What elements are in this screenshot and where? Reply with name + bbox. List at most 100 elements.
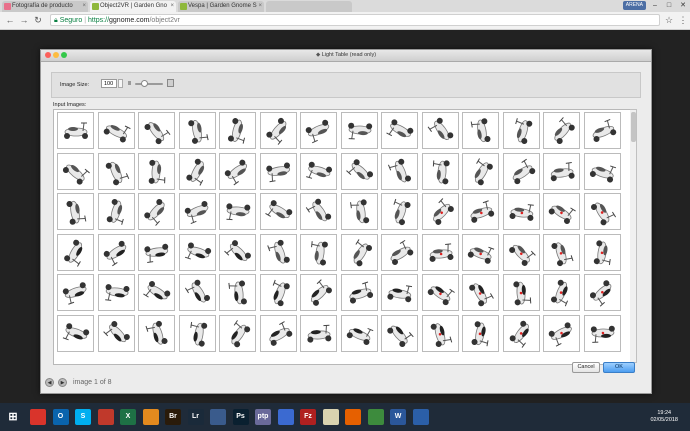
image-thumbnail[interactable] [138,233,175,271]
image-thumbnail[interactable] [583,274,621,311]
image-thumbnail[interactable] [543,314,580,352]
menu-icon[interactable]: ⋮ [678,15,688,25]
image-thumbnail[interactable] [300,314,337,352]
image-thumbnail[interactable] [138,112,175,149]
image-thumbnail[interactable] [543,112,580,149]
back-arrow-icon[interactable]: ← [5,15,15,25]
image-thumbnail[interactable] [462,233,499,271]
app-pale-icon[interactable] [322,409,339,425]
address-bar[interactable]: 🔒︎ Seguro | https://ggnome.com/object2vr [50,14,660,26]
image-size-slider-handle[interactable] [141,80,149,87]
mediaplayer-icon[interactable] [277,409,294,425]
bridge-icon[interactable]: Br [165,409,181,425]
image-thumbnail[interactable] [97,112,135,149]
dialog-minimize-icon[interactable] [53,52,59,58]
image-thumbnail[interactable] [178,193,216,230]
image-thumbnail[interactable] [57,314,94,352]
image-thumbnail[interactable] [219,314,256,352]
reload-icon[interactable]: ↻ [33,15,43,25]
image-thumbnail[interactable] [178,233,216,271]
image-thumbnail[interactable] [259,193,297,230]
image-thumbnail[interactable] [300,112,337,149]
image-thumbnail[interactable] [97,233,135,271]
lightroom-icon[interactable]: Lr [187,409,204,425]
image-thumbnail[interactable] [57,233,94,271]
taskbar-clock[interactable]: 19:24 02/05/2018 [650,410,678,424]
image-thumbnail[interactable] [502,233,540,271]
next-image-icon[interactable]: ▶ [58,378,67,387]
app-green-icon[interactable] [367,409,384,425]
image-thumbnail[interactable] [57,152,94,190]
star-icon[interactable]: ☆ [664,15,674,25]
image-thumbnail[interactable] [340,233,378,271]
image-thumbnail[interactable] [340,274,378,311]
image-thumbnail[interactable] [300,152,337,190]
image-thumbnail[interactable] [543,233,580,271]
image-thumbnail[interactable] [138,274,175,311]
image-thumbnail[interactable] [462,274,499,311]
image-thumbnail[interactable] [381,233,418,271]
image-thumbnail[interactable] [300,274,337,311]
browser-tab-2[interactable]: Object2VR | Garden Gno × [90,1,176,12]
image-thumbnail[interactable] [583,233,621,271]
image-thumbnail[interactable] [97,152,135,190]
image-thumbnail[interactable] [543,152,580,190]
close-window-icon[interactable]: ✕ [676,0,690,11]
browser-tab-1[interactable]: Fotografía de producto × [2,1,88,12]
ptgui-icon[interactable]: ptp [255,409,271,425]
tab-close-icon[interactable]: × [258,1,262,12]
image-thumbnail[interactable] [583,112,621,149]
image-thumbnail[interactable] [421,233,459,271]
app-blue-icon[interactable] [210,409,226,425]
image-thumbnail[interactable] [462,112,499,149]
image-thumbnail[interactable] [340,193,378,230]
dialog-close-icon[interactable] [45,52,51,58]
image-thumbnail[interactable] [219,152,256,190]
firefox-icon[interactable] [345,409,361,425]
image-thumbnail[interactable] [340,112,378,149]
grid-scrollbar[interactable] [630,109,637,363]
app-red-icon[interactable] [97,409,114,425]
image-thumbnail[interactable] [340,152,378,190]
image-thumbnail[interactable] [138,193,175,230]
image-thumbnail[interactable] [259,233,297,271]
image-thumbnail[interactable] [178,152,216,190]
image-thumbnail[interactable] [502,274,540,311]
image-size-input[interactable]: 100 [101,79,117,88]
grid-scrollbar-thumb[interactable] [631,112,636,142]
image-thumbnail[interactable] [543,193,580,230]
image-thumbnail[interactable] [97,274,135,311]
image-thumbnail[interactable] [421,193,459,230]
profile-button[interactable]: ARENA [622,1,646,10]
image-thumbnail[interactable] [583,152,621,190]
tab-close-icon[interactable]: × [170,1,174,12]
app-blue2-icon[interactable] [412,409,429,425]
image-thumbnail[interactable] [583,193,621,230]
image-thumbnail[interactable] [219,112,256,149]
image-thumbnail[interactable] [381,274,418,311]
forward-arrow-icon[interactable]: → [19,15,29,25]
image-thumbnail[interactable] [219,233,256,271]
image-thumbnail[interactable] [462,152,499,190]
image-thumbnail[interactable] [97,314,135,352]
image-thumbnail[interactable] [381,152,418,190]
image-thumbnail[interactable] [138,152,175,190]
image-thumbnail[interactable] [543,274,580,311]
app-orange-icon[interactable] [142,409,159,425]
filezilla-icon[interactable]: Fz [300,409,316,425]
image-thumbnail[interactable] [219,193,256,230]
image-thumbnail[interactable] [259,314,297,352]
image-thumbnail[interactable] [300,193,337,230]
browser-tab-3[interactable]: Vespa | Garden Gnome S × [178,1,264,12]
image-thumbnail[interactable] [259,152,297,190]
image-thumbnail[interactable] [502,152,540,190]
image-size-slider[interactable] [135,83,163,85]
maximize-icon[interactable]: □ [662,0,676,11]
dialog-maximize-icon[interactable] [61,52,67,58]
image-thumbnail[interactable] [259,112,297,149]
image-thumbnail[interactable] [178,274,216,311]
image-thumbnail[interactable] [462,193,499,230]
image-thumbnail[interactable] [462,314,499,352]
image-thumbnail[interactable] [259,274,297,311]
skype-icon[interactable]: S [75,409,91,425]
